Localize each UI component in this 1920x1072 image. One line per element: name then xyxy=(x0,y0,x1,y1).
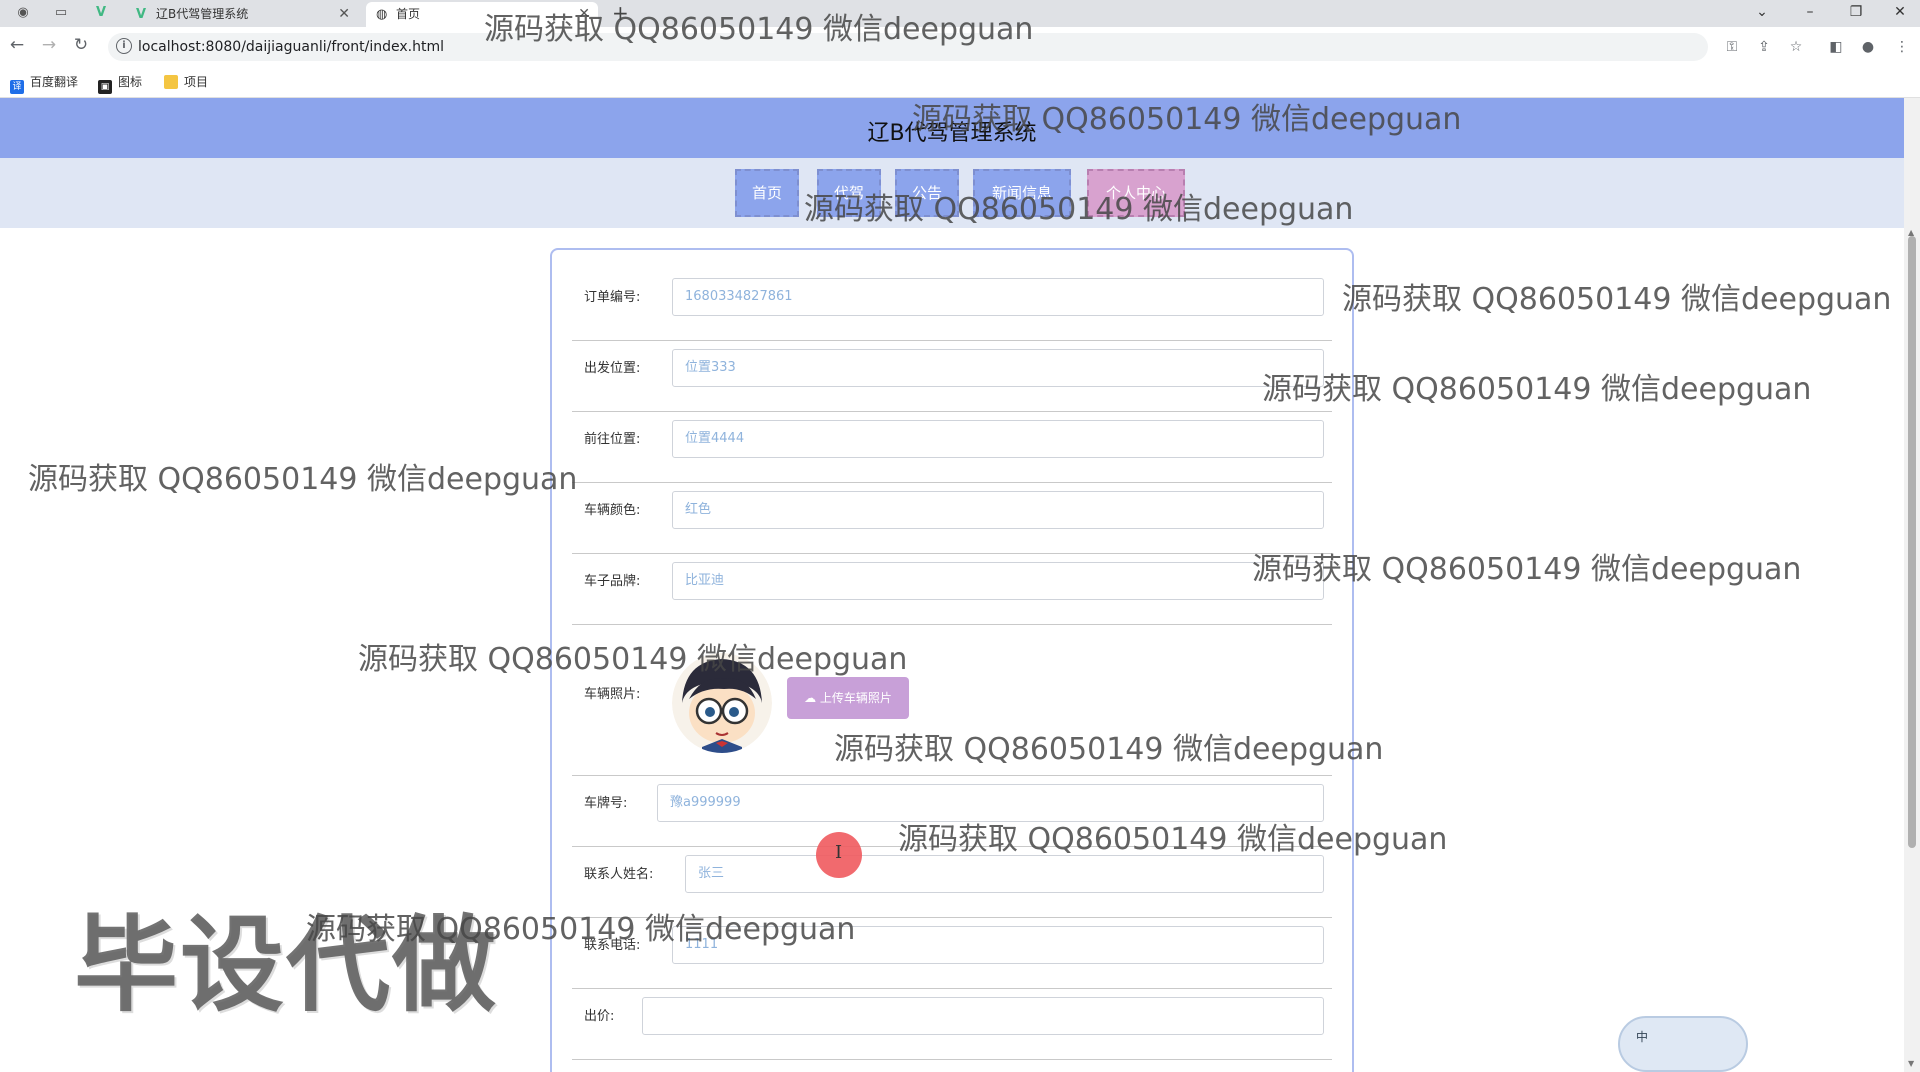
nav-user-center[interactable]: 个人中心 xyxy=(1087,169,1185,217)
back-icon[interactable]: ← xyxy=(6,35,28,55)
translate-icon: 译 xyxy=(10,80,24,94)
nav-home[interactable]: 首页 xyxy=(735,169,799,217)
field-label: 前往位置: xyxy=(584,432,641,447)
field-label: 联系电话: xyxy=(584,938,641,953)
form-row-price: 出价: xyxy=(572,989,1332,1060)
cloud-upload-icon: ☁ xyxy=(804,691,817,705)
restore-icon[interactable]: ❐ xyxy=(1836,0,1876,27)
share-icon[interactable]: ⇪ xyxy=(1754,39,1774,55)
forward-icon[interactable]: → xyxy=(38,35,60,55)
cartoon-avatar-image xyxy=(672,653,772,753)
field-label: 联系人姓名: xyxy=(584,867,654,882)
star-icon[interactable]: ☆ xyxy=(1786,39,1806,55)
form-row-start-location: 出发位置: 位置333 xyxy=(572,341,1332,412)
pinned-tab-icon[interactable]: ▭ xyxy=(52,4,70,22)
tab-management-system[interactable]: V 辽B代驾管理系统 ✕ xyxy=(126,2,358,27)
destination-input[interactable]: 位置4444 xyxy=(672,420,1324,458)
url-text[interactable]: localhost:8080/daijiaguanli/front/index.… xyxy=(138,39,444,55)
image-icon: ▣ xyxy=(98,80,112,94)
price-input[interactable] xyxy=(642,997,1324,1035)
form-row-contact-name: 联系人姓名: 张三 xyxy=(572,847,1332,918)
folder-icon xyxy=(164,75,178,89)
tab-home[interactable]: ◍ 首页 ✕ xyxy=(366,2,598,27)
field-label: 车牌号: xyxy=(584,796,628,811)
window-close-icon[interactable]: ✕ xyxy=(1880,0,1920,27)
bookmark-label: 图标 xyxy=(118,75,143,89)
ime-mode-label: 中 xyxy=(1636,1030,1649,1044)
nav-driving[interactable]: 代驾 xyxy=(817,169,881,217)
close-icon[interactable]: ✕ xyxy=(338,2,350,27)
site-nav: 首页 代驾 公告 新闻信息 个人中心 xyxy=(0,158,1904,228)
field-label: 车辆照片: xyxy=(584,687,641,702)
page-scrollbar[interactable]: ▲ ▼ xyxy=(1904,98,1920,1072)
reload-icon[interactable]: ↻ xyxy=(70,35,92,55)
text-cursor-icon: I xyxy=(835,842,843,863)
order-form: 订单编号: 1680334827861 出发位置: 位置333 前往位置: 位置… xyxy=(550,248,1354,1072)
scrollbar-thumb[interactable] xyxy=(1908,236,1916,848)
browser-tab-strip: ◉ ▭ V V 辽B代驾管理系统 ✕ ◍ 首页 ✕ + ⌄ – ❐ ✕ xyxy=(0,0,1920,27)
minimize-icon[interactable]: – xyxy=(1790,0,1830,27)
site-info-icon[interactable]: i xyxy=(116,38,132,54)
bookmark-item[interactable]: 译百度翻译 xyxy=(10,73,78,94)
bookmark-item[interactable]: 项目 xyxy=(164,73,208,90)
field-label: 车子品牌: xyxy=(584,574,641,589)
close-icon[interactable]: ✕ xyxy=(578,2,590,27)
upload-button-label: 上传车辆照片 xyxy=(819,691,892,705)
vue-icon[interactable]: V xyxy=(92,4,110,22)
order-number-input[interactable]: 1680334827861 xyxy=(672,278,1324,316)
bookmark-label: 百度翻译 xyxy=(30,75,79,89)
nav-news[interactable]: 新闻信息 xyxy=(973,169,1071,217)
bookmark-item[interactable]: ▣ 图标 xyxy=(98,73,142,94)
bookmarks-bar: 译百度翻译 ▣ 图标 项目 xyxy=(0,67,1920,98)
field-label: 出发位置: xyxy=(584,361,641,376)
form-row-order-number: 订单编号: 1680334827861 xyxy=(572,270,1332,341)
scroll-down-icon[interactable]: ▼ xyxy=(1908,1059,1914,1068)
address-bar: ← → ↻ i localhost:8080/daijiaguanli/fron… xyxy=(0,27,1920,67)
field-label: 订单编号: xyxy=(584,290,641,305)
ime-widget[interactable]: 中 xyxy=(1618,1016,1748,1072)
start-location-input[interactable]: 位置333 xyxy=(672,349,1324,387)
contact-phone-input[interactable]: 1111 xyxy=(672,926,1324,964)
car-brand-input[interactable]: 比亚迪 xyxy=(672,562,1324,600)
form-row-plate-number: 车牌号: 豫a999999 xyxy=(572,776,1332,847)
globe-icon: ◍ xyxy=(376,7,388,22)
tab-title: 首页 xyxy=(396,7,421,21)
form-row-destination: 前往位置: 位置4444 xyxy=(572,412,1332,483)
form-row-car-photo: 车辆照片: ☁ 上传车辆照片 xyxy=(572,625,1332,776)
big-watermark: 毕设代做 xyxy=(74,904,499,1026)
key-icon[interactable]: ⚿ xyxy=(1722,39,1742,55)
field-label: 车辆颜色: xyxy=(584,503,641,518)
new-tab-icon[interactable]: + xyxy=(612,1,629,25)
tab-search-chevron-icon[interactable]: ⌄ xyxy=(1742,0,1782,27)
site-title: 辽B代驾管理系统 xyxy=(867,121,1037,146)
form-row-car-brand: 车子品牌: 比亚迪 xyxy=(572,554,1332,625)
nav-notice[interactable]: 公告 xyxy=(895,169,959,217)
car-photo-preview[interactable] xyxy=(672,653,772,753)
tab-title: 辽B代驾管理系统 xyxy=(156,7,249,21)
site-header: 辽B代驾管理系统 xyxy=(0,98,1904,158)
side-panel-icon[interactable]: ◧ xyxy=(1826,39,1846,55)
form-row-car-color: 车辆颜色: 红色 xyxy=(572,483,1332,554)
contact-name-input[interactable]: 张三 xyxy=(685,855,1324,893)
plate-number-input[interactable]: 豫a999999 xyxy=(657,784,1324,822)
tab-search-icon[interactable]: ◉ xyxy=(14,4,32,22)
car-color-input[interactable]: 红色 xyxy=(672,491,1324,529)
field-label: 出价: xyxy=(584,1009,615,1024)
upload-car-photo-button[interactable]: ☁ 上传车辆照片 xyxy=(787,677,909,719)
vue-icon: V xyxy=(136,7,147,22)
omnibox[interactable]: i localhost:8080/daijiaguanli/front/inde… xyxy=(108,33,1708,61)
menu-icon[interactable]: ⋮ xyxy=(1892,39,1912,55)
form-row-contact-phone: 联系电话: 1111 xyxy=(572,918,1332,989)
bookmark-label: 项目 xyxy=(184,75,209,89)
profile-icon[interactable]: ● xyxy=(1858,39,1878,55)
